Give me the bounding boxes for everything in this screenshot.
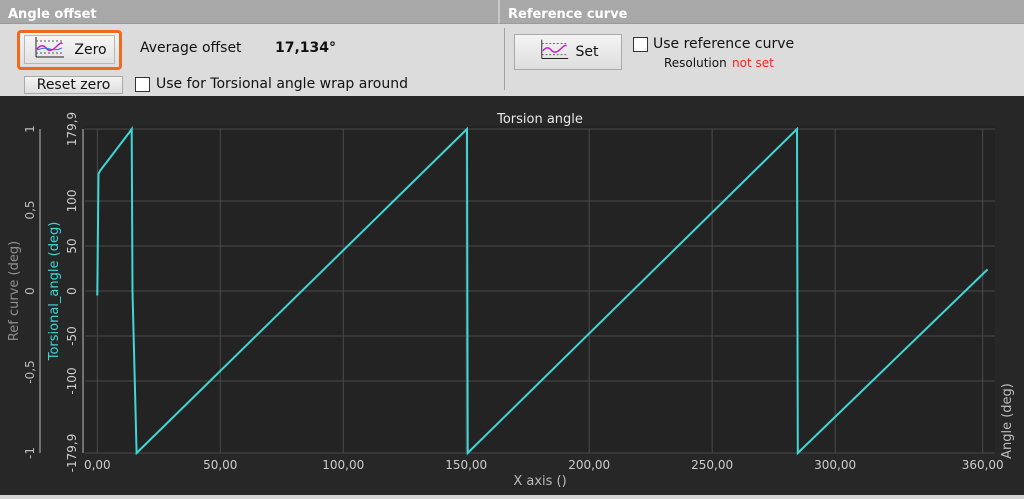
y-tick-label: 100 bbox=[65, 189, 79, 212]
ref-curve-axis-label: Ref curve (deg) bbox=[7, 241, 22, 341]
y-tick-label: -179,9 bbox=[65, 434, 79, 473]
toolbar-separator bbox=[504, 28, 505, 90]
x-tick-label: 250,00 bbox=[691, 458, 733, 472]
toolbar bbox=[0, 24, 1024, 96]
y-tick-label: 50 bbox=[65, 238, 79, 253]
angle-axis-label: Angle (deg) bbox=[1000, 383, 1015, 459]
resolution-label: Resolution bbox=[664, 56, 727, 70]
x-tick-label: 100,00 bbox=[322, 458, 364, 472]
ref-tick-label: 0,5 bbox=[23, 200, 37, 219]
x-tick-label: 0,00 bbox=[84, 458, 111, 472]
reference-curve-title: Reference curve bbox=[508, 7, 628, 22]
torsion-angle-chart: 0,00 50,00 100,00 150,00 200,00 250,00 300,00 3… bbox=[0, 96, 1024, 495]
set-button[interactable]: Set bbox=[514, 34, 622, 70]
wrap-around-checkbox[interactable] bbox=[135, 77, 150, 92]
chart-canvas: 0,00 50,00 100,00 150,00 200,00 250,00 300,00 3… bbox=[7, 112, 1015, 489]
angle-offset-header: Angle offset bbox=[0, 0, 498, 24]
reset-zero-label: Reset zero bbox=[36, 77, 111, 93]
chart-icon bbox=[32, 35, 66, 65]
wrap-around-label: Use for Torsional angle wrap around bbox=[156, 76, 408, 92]
y-tick-label: 0 bbox=[65, 287, 79, 295]
torsional-angle-axis-label: Torsional_angle (deg) bbox=[47, 222, 62, 362]
angle-offset-title: Angle offset bbox=[8, 7, 97, 22]
x-tick-label: 50,00 bbox=[203, 458, 237, 472]
plot-area bbox=[85, 126, 995, 453]
chart-icon bbox=[538, 37, 570, 67]
zero-button-label: Zero bbox=[74, 41, 107, 58]
average-offset-label: Average offset bbox=[140, 40, 242, 56]
x-tick-label: 300,00 bbox=[814, 458, 856, 472]
ref-tick-label: 0 bbox=[23, 287, 37, 295]
ref-tick-label: -1 bbox=[23, 447, 37, 459]
reset-zero-button[interactable]: Reset zero bbox=[24, 76, 123, 94]
reference-curve-header: Reference curve bbox=[498, 0, 1024, 24]
x-tick-label: 150,00 bbox=[445, 458, 487, 472]
y-tick-label: -50 bbox=[65, 326, 79, 346]
y-tick-label: -100 bbox=[65, 367, 79, 394]
zero-button[interactable]: Zero bbox=[17, 30, 122, 70]
average-offset-value: 17,134° bbox=[275, 40, 337, 56]
use-reference-label: Use reference curve bbox=[653, 36, 795, 52]
resolution-value: not set bbox=[732, 56, 774, 70]
y-tick-label: 179,9 bbox=[65, 112, 79, 146]
x-tick-label: 360,00 bbox=[962, 458, 1004, 472]
x-tick-label: 200,00 bbox=[568, 458, 610, 472]
x-axis-label: X axis () bbox=[513, 474, 566, 489]
set-button-label: Set bbox=[575, 44, 599, 60]
ref-tick-label: 1 bbox=[23, 125, 37, 133]
use-reference-checkbox[interactable] bbox=[633, 37, 648, 52]
chart-title: Torsion angle bbox=[496, 112, 583, 127]
ref-tick-label: -0,5 bbox=[23, 360, 37, 383]
